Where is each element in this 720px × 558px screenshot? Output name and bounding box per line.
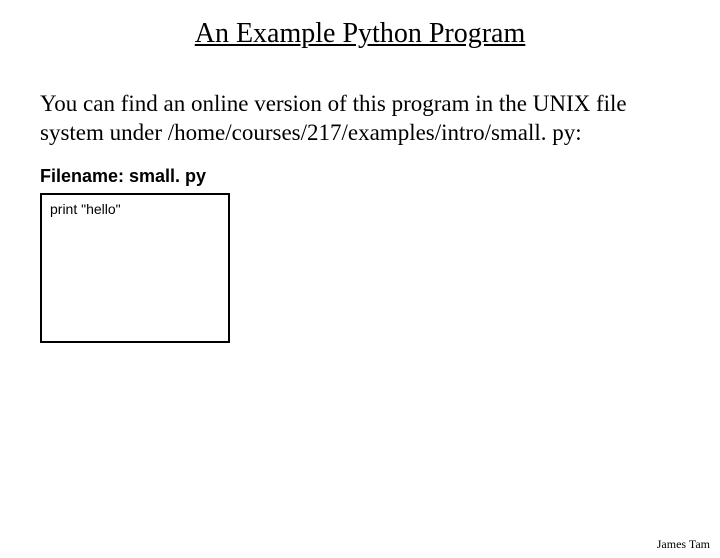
slide-title: An Example Python Program [40,18,680,50]
author-credit: James Tam [657,537,710,552]
code-box: print "hello" [40,193,230,343]
code-content: print "hello" [50,201,220,217]
slide-description: You can find an online version of this p… [40,90,680,148]
filename-label: Filename: small. py [40,166,720,187]
